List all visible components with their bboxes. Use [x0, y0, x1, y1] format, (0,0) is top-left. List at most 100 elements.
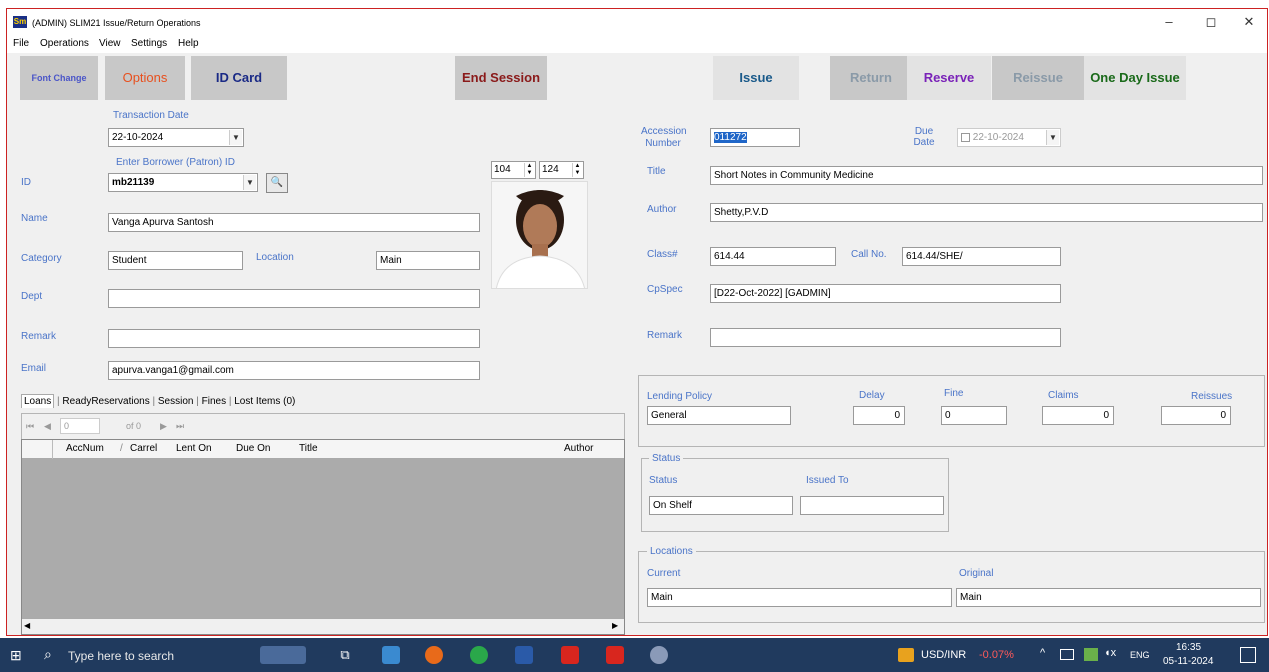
- app-icon-misc[interactable]: [650, 646, 668, 664]
- current-location-field[interactable]: Main: [647, 588, 952, 607]
- column-title[interactable]: Title: [299, 443, 318, 454]
- borrower-lookup-icon[interactable]: 🔍: [266, 173, 288, 193]
- tab-ready-reservations[interactable]: ReadyReservations: [62, 396, 149, 407]
- slim-app-icon-2[interactable]: [606, 646, 624, 664]
- item-remark-field[interactable]: [710, 328, 1061, 347]
- menu-help[interactable]: Help: [178, 38, 199, 49]
- return-button[interactable]: Return: [830, 56, 912, 100]
- minimize-button[interactable]: –: [1155, 13, 1183, 31]
- class-label: Class#: [647, 249, 678, 260]
- accession-field[interactable]: 011272: [710, 128, 800, 147]
- title-field[interactable]: Short Notes in Community Medicine: [710, 166, 1263, 185]
- due-date-value: 22-10-2024: [972, 132, 1024, 143]
- volume-icon[interactable]: ◖x: [1104, 647, 1116, 659]
- column-lent-on[interactable]: Lent On: [176, 443, 212, 454]
- column-accnum[interactable]: AccNum: [66, 443, 104, 454]
- last-page-icon[interactable]: ⏭: [176, 421, 184, 432]
- borrower-id-combo[interactable]: mb21139 ▼: [108, 173, 258, 192]
- scroll-left-icon[interactable]: ◀: [24, 621, 30, 630]
- fine-label: Fine: [944, 388, 964, 399]
- claims-field[interactable]: 0: [1042, 406, 1114, 425]
- column-author[interactable]: Author: [564, 443, 593, 454]
- maximize-button[interactable]: ◻: [1197, 13, 1225, 31]
- delay-field[interactable]: 0: [853, 406, 905, 425]
- fine-field[interactable]: 0: [941, 406, 1007, 425]
- menu-settings[interactable]: Settings: [131, 38, 167, 49]
- spinner-arrows-icon[interactable]: ▲ ▼: [572, 163, 582, 177]
- transaction-date-picker[interactable]: 22-10-2024 ▼: [108, 128, 244, 147]
- word-icon[interactable]: [515, 646, 533, 664]
- chevron-down-icon[interactable]: ▼: [229, 130, 242, 145]
- original-location-field[interactable]: Main: [956, 588, 1261, 607]
- first-page-icon[interactable]: ⏮: [26, 421, 34, 432]
- email-field[interactable]: apurva.vanga1@gmail.com: [108, 361, 480, 380]
- name-field[interactable]: Vanga Apurva Santosh: [108, 213, 480, 232]
- clock-time[interactable]: 16:35: [1176, 642, 1201, 653]
- column-carrel[interactable]: Carrel: [130, 443, 157, 454]
- language-indicator[interactable]: ENG: [1130, 650, 1150, 660]
- dept-field[interactable]: [108, 289, 480, 308]
- tray-app-icon[interactable]: [1084, 648, 1098, 661]
- windows-start-icon[interactable]: ⊞: [10, 648, 24, 662]
- id-card-button[interactable]: ID Card: [191, 56, 287, 100]
- transaction-date-label: Transaction Date: [113, 110, 189, 121]
- chevron-down-icon[interactable]: ▼: [1046, 130, 1059, 145]
- search-highlight-icon[interactable]: [260, 646, 306, 664]
- category-field[interactable]: Student: [108, 251, 243, 270]
- notification-icon[interactable]: [1240, 647, 1256, 663]
- reissues-field[interactable]: 0: [1161, 406, 1231, 425]
- status-field[interactable]: On Shelf: [649, 496, 793, 515]
- tab-loans[interactable]: Loans: [21, 394, 55, 408]
- column-due-on[interactable]: Due On: [236, 443, 270, 454]
- menu-file[interactable]: File: [13, 38, 29, 49]
- tray-chevron-icon[interactable]: ^: [1040, 647, 1045, 659]
- firefox-icon[interactable]: [425, 646, 443, 664]
- reissues-label: Reissues: [1191, 391, 1233, 402]
- end-session-button[interactable]: End Session: [455, 56, 547, 100]
- menu-view[interactable]: View: [99, 38, 121, 49]
- font-change-button[interactable]: Font Change: [20, 56, 98, 100]
- tab-session[interactable]: Session: [158, 396, 194, 407]
- page-position-field[interactable]: 0: [60, 418, 100, 434]
- reissue-button[interactable]: Reissue: [992, 56, 1084, 100]
- network-icon[interactable]: [1060, 649, 1074, 660]
- location-field[interactable]: Main: [376, 251, 480, 270]
- author-field[interactable]: Shetty,P.V.D: [710, 203, 1263, 222]
- next-page-icon[interactable]: ▶: [160, 421, 167, 432]
- reserve-button[interactable]: Reserve: [907, 56, 991, 100]
- options-button[interactable]: Options: [105, 56, 185, 100]
- loans-grid[interactable]: AccNum / Carrel Lent On Due On Title Aut…: [21, 439, 625, 635]
- photo-height-spinner[interactable]: 124 ▲ ▼: [539, 161, 584, 179]
- photo-width-spinner[interactable]: 104 ▲ ▼: [491, 161, 536, 179]
- chevron-down-icon[interactable]: ▼: [243, 175, 256, 190]
- clock-date[interactable]: 05-11-2024: [1163, 656, 1213, 667]
- slim-app-icon[interactable]: [561, 646, 579, 664]
- tab-strip: Loans | ReadyReservations | Session | Fi…: [21, 394, 373, 414]
- menu-operations[interactable]: Operations: [40, 38, 89, 49]
- issued-to-field[interactable]: [800, 496, 944, 515]
- lending-policy-field[interactable]: General: [647, 406, 791, 425]
- location-label: Location: [256, 252, 294, 263]
- tab-fines[interactable]: Fines: [202, 396, 226, 407]
- task-view-icon[interactable]: ⧉: [336, 646, 354, 664]
- chrome-icon[interactable]: [470, 646, 488, 664]
- call-no-field[interactable]: 614.44/SHE/: [902, 247, 1061, 266]
- checkbox-icon[interactable]: [961, 132, 970, 142]
- taskbar-search[interactable]: ⌕ Type here to search: [38, 642, 238, 668]
- due-date-picker[interactable]: 22-10-2024 ▼: [957, 128, 1061, 147]
- item-remark-label: Remark: [647, 330, 683, 341]
- horizontal-scrollbar[interactable]: ◀ ▶: [22, 618, 624, 634]
- close-button[interactable]: ✕: [1235, 13, 1263, 31]
- scroll-right-icon[interactable]: ▶: [612, 621, 618, 630]
- cpspec-field[interactable]: [D22-Oct-2022] [GADMIN]: [710, 284, 1061, 303]
- status-group-label: Status: [649, 453, 684, 464]
- tab-lost-items[interactable]: Lost Items (0): [234, 396, 295, 407]
- class-field[interactable]: 614.44: [710, 247, 836, 266]
- issue-button[interactable]: Issue: [713, 56, 799, 100]
- file-explorer-icon[interactable]: [382, 646, 400, 664]
- prev-page-icon[interactable]: ◀: [44, 421, 51, 432]
- one-day-issue-button[interactable]: One Day Issue: [1084, 56, 1186, 100]
- spinner-arrows-icon[interactable]: ▲ ▼: [524, 163, 534, 177]
- borrower-remark-field[interactable]: [108, 329, 480, 348]
- ticker-label[interactable]: USD/INR: [921, 649, 966, 661]
